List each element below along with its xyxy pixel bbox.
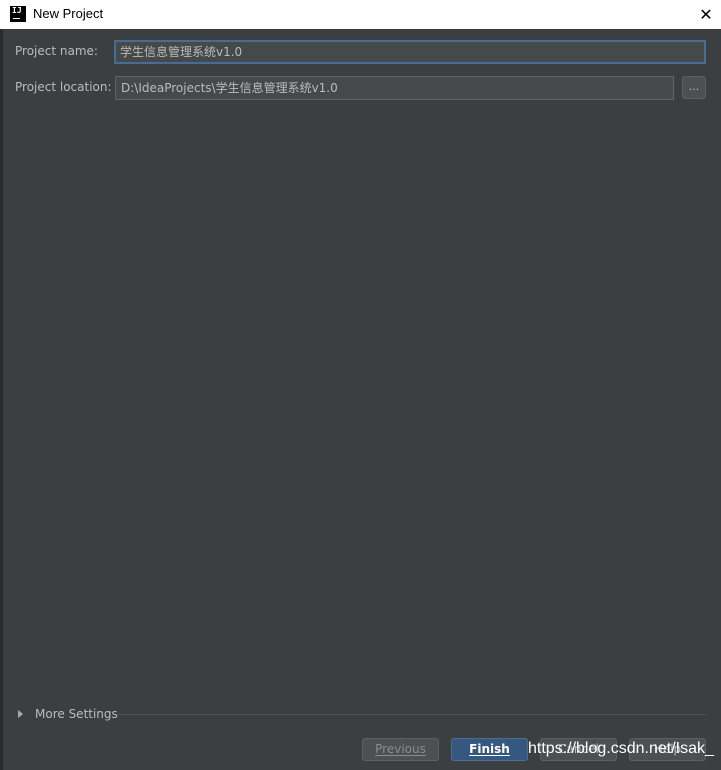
- project-name-label: Project name:: [15, 44, 98, 58]
- cancel-button[interactable]: Cancel: [540, 738, 617, 761]
- project-location-label: Project location:: [15, 80, 112, 94]
- help-button-label: Help: [653, 742, 682, 756]
- previous-button-label: Previous: [375, 742, 426, 756]
- finish-button[interactable]: Finish: [451, 738, 528, 761]
- more-settings-separator: [117, 714, 706, 715]
- window-edge: [0, 29, 3, 770]
- window-title: New Project: [33, 6, 104, 21]
- finish-button-label: Finish: [469, 742, 510, 756]
- intellij-app-icon: IJ: [10, 6, 26, 22]
- more-settings-toggle[interactable]: More Settings: [18, 706, 118, 722]
- help-button[interactable]: Help: [629, 738, 706, 761]
- project-name-input[interactable]: 学生信息管理系统v1.0: [114, 40, 706, 64]
- title-bar: IJ New Project ✕: [0, 0, 721, 29]
- project-location-input[interactable]: D:\IdeaProjects\学生信息管理系统v1.0: [115, 76, 674, 100]
- cancel-button-label: Cancel: [558, 742, 599, 756]
- close-icon[interactable]: ✕: [691, 0, 721, 29]
- browse-button[interactable]: ...: [682, 76, 706, 99]
- expand-triangle-icon: [18, 710, 23, 718]
- previous-button[interactable]: Previous: [362, 738, 439, 761]
- more-settings-label: More Settings: [35, 707, 118, 721]
